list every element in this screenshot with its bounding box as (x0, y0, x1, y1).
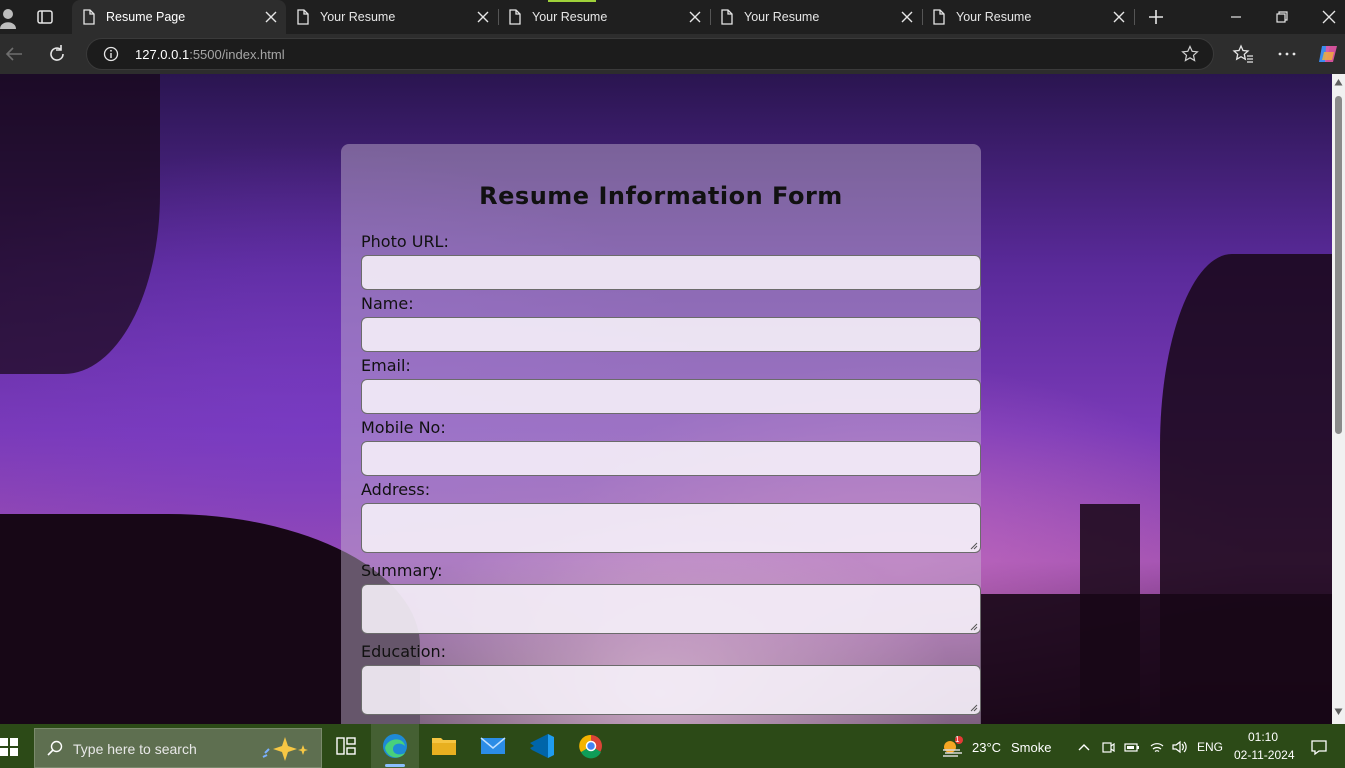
close-tab-icon[interactable] (900, 10, 914, 24)
tree-silhouette (0, 74, 160, 374)
tab-your-resume-1[interactable]: Your Resume (286, 0, 498, 34)
page-viewport: Resume Information Form Photo URL: Name:… (0, 74, 1332, 724)
task-view-icon[interactable] (322, 724, 370, 768)
clock-time[interactable]: 01:10 (1248, 730, 1278, 744)
weather-alert-badge: 1 (955, 735, 960, 744)
refresh-icon[interactable] (45, 42, 69, 66)
tab-title: Resume Page (106, 10, 186, 24)
back-arrow-icon[interactable] (2, 42, 26, 66)
email-input[interactable] (361, 379, 981, 414)
summary-label: Summary: (361, 561, 443, 580)
name-label: Name: (361, 294, 414, 313)
close-tab-icon[interactable] (688, 10, 702, 24)
search-highlight-sparkle-icon (262, 737, 308, 761)
photo-url-label: Photo URL: (361, 232, 449, 251)
resize-handle-icon[interactable] (970, 542, 978, 550)
search-placeholder: Type here to search (73, 741, 197, 757)
favorite-star-icon[interactable] (1181, 45, 1199, 63)
volume-icon[interactable] (1171, 739, 1187, 755)
scroll-down-arrow-icon[interactable] (1334, 708, 1343, 716)
weather-icon[interactable] (940, 736, 964, 758)
summary-textarea[interactable] (361, 584, 981, 634)
education-label: Education: (361, 642, 447, 661)
meet-now-icon[interactable] (1100, 739, 1116, 755)
close-tab-icon[interactable] (1112, 10, 1126, 24)
tab-title: Your Resume (320, 10, 396, 24)
page-icon (933, 9, 945, 25)
close-window-icon[interactable] (1319, 7, 1339, 27)
copilot-icon[interactable] (1316, 42, 1340, 66)
more-options-icon[interactable] (1275, 42, 1299, 66)
tab-title: Your Resume (956, 10, 1032, 24)
wifi-icon[interactable] (1149, 739, 1165, 755)
file-explorer-icon[interactable] (420, 724, 468, 768)
close-tab-icon[interactable] (476, 10, 490, 24)
tab-actions-icon[interactable] (36, 8, 54, 26)
resume-form: Resume Information Form Photo URL: Name:… (341, 144, 981, 724)
chrome-icon[interactable] (567, 724, 615, 768)
new-tab-icon[interactable] (1146, 7, 1166, 27)
tab-your-resume-4[interactable]: Your Resume (922, 0, 1134, 34)
mobile-label: Mobile No: (361, 418, 446, 437)
tab-your-resume-3[interactable]: Your Resume (710, 0, 922, 34)
page-icon (83, 9, 95, 25)
tab-title: Your Resume (744, 10, 820, 24)
form-title: Resume Information Form (479, 182, 843, 210)
page-icon (721, 9, 733, 25)
notifications-icon[interactable] (1310, 738, 1328, 756)
windows-start-icon[interactable] (0, 738, 18, 756)
url-path: :5500/index.html (189, 47, 285, 62)
address-textarea[interactable] (361, 503, 981, 553)
photo-url-input[interactable] (361, 255, 981, 290)
url-text[interactable]: 127.0.0.1:5500/index.html (135, 47, 285, 62)
search-icon (47, 740, 63, 756)
favorites-icon[interactable] (1231, 42, 1255, 66)
tab-strip: Resume Page Your Resume Your Resume Your… (0, 0, 1345, 34)
windows-taskbar: Type here to search 1 23°C Smoke ENG 01:… (0, 724, 1345, 768)
profile-avatar-icon[interactable] (0, 5, 20, 29)
close-tab-icon[interactable] (264, 10, 278, 24)
site-info-icon[interactable] (103, 46, 119, 62)
url-host: 127.0.0.1 (135, 47, 190, 62)
address-label: Address: (361, 480, 431, 499)
hill-silhouette (980, 594, 1332, 724)
browser-toolbar: 127.0.0.1:5500/index.html (0, 34, 1345, 74)
address-bar[interactable]: 127.0.0.1:5500/index.html (86, 38, 1214, 70)
edge-browser-icon (383, 734, 407, 758)
language-indicator[interactable]: ENG (1197, 740, 1223, 754)
education-textarea[interactable] (361, 665, 981, 715)
clock-date[interactable]: 02-11-2024 (1234, 748, 1295, 762)
scrollbar-thumb[interactable] (1335, 96, 1342, 434)
page-scrollbar[interactable] (1332, 74, 1345, 724)
weather-description[interactable]: Smoke (1011, 740, 1051, 755)
chevron-up-icon[interactable] (1076, 739, 1092, 755)
page-icon (509, 9, 521, 25)
page-icon (297, 9, 309, 25)
taskbar-search-box[interactable]: Type here to search (34, 728, 322, 768)
restore-icon[interactable] (1272, 7, 1292, 27)
active-app-indicator (385, 764, 405, 767)
resize-handle-icon[interactable] (970, 623, 978, 631)
mail-icon[interactable] (469, 724, 517, 768)
weather-temperature[interactable]: 23°C (972, 740, 1001, 755)
scroll-up-arrow-icon[interactable] (1334, 78, 1343, 86)
tab-your-resume-2[interactable]: Your Resume (498, 0, 710, 34)
name-input[interactable] (361, 317, 981, 352)
taskbar-edge-app[interactable] (371, 724, 419, 768)
resize-handle-icon[interactable] (970, 704, 978, 712)
mobile-input[interactable] (361, 441, 981, 476)
tab-resume-page[interactable]: Resume Page (72, 0, 286, 34)
tab-separator (1134, 9, 1135, 25)
vscode-icon[interactable] (518, 724, 566, 768)
email-label: Email: (361, 356, 411, 375)
battery-icon[interactable] (1124, 739, 1140, 755)
tab-title: Your Resume (532, 10, 608, 24)
minimize-icon[interactable] (1226, 7, 1246, 27)
